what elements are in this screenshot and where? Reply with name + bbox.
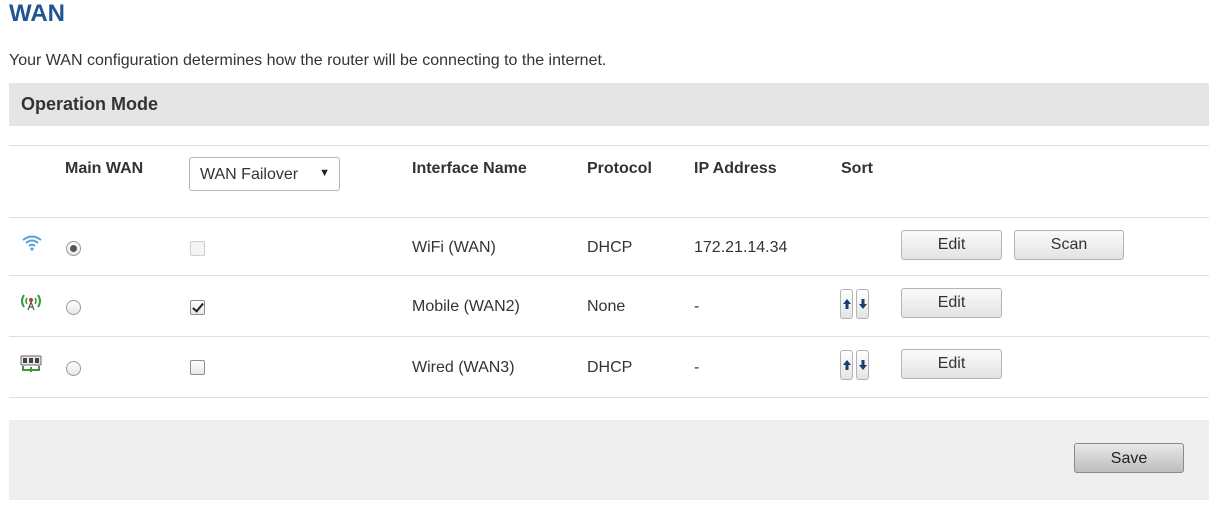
header-sort: Sort [841,160,873,177]
edit-button[interactable]: Edit [901,288,1002,318]
row-divider [9,336,1209,337]
enable-checkbox[interactable] [190,360,205,375]
row-divider [9,275,1209,276]
protocol-value: None [587,298,626,315]
wired-ethernet-icon [20,355,42,372]
wan-mode-select[interactable]: WAN Failover ▼ [189,157,340,191]
header-ip-address: IP Address [694,160,777,177]
header-protocol: Protocol [587,160,652,177]
scan-button[interactable]: Scan [1014,230,1124,260]
ip-address-value: - [694,298,700,315]
move-up-button[interactable] [840,350,853,380]
protocol-value: DHCP [587,239,633,256]
wifi-icon [22,235,42,251]
ip-address-value: - [694,359,700,376]
table-bottom-divider [9,397,1209,398]
arrow-up-icon [843,360,851,370]
wan-mode-select-value: WAN Failover [200,166,299,183]
edit-button[interactable]: Edit [901,349,1002,379]
interface-name: Mobile (WAN2) [412,298,520,315]
move-down-button[interactable] [856,350,869,380]
table-header-divider [9,217,1209,218]
interface-name: WiFi (WAN) [412,239,496,256]
move-up-button[interactable] [840,289,853,319]
enable-checkbox[interactable] [190,241,205,256]
arrow-down-icon [859,299,867,309]
mobile-antenna-icon [21,294,41,311]
ip-address-value: 172.21.14.34 [694,239,788,256]
page-description: Your WAN configuration determines how th… [9,52,607,69]
edit-button[interactable]: Edit [901,230,1002,260]
move-down-button[interactable] [856,289,869,319]
page-title: WAN [9,0,65,27]
main-wan-radio[interactable] [66,241,81,256]
enable-checkbox[interactable] [190,300,205,315]
operation-mode-header: Operation Mode [9,83,1209,126]
table-top-divider [9,145,1209,146]
form-footer [9,420,1209,500]
interface-name: Wired (WAN3) [412,359,515,376]
section-title: Operation Mode [21,94,159,114]
main-wan-radio[interactable] [66,361,81,376]
header-main-wan: Main WAN [65,160,144,177]
header-interface-name: Interface Name [412,160,527,177]
arrow-up-icon [843,299,851,309]
protocol-value: DHCP [587,359,633,376]
arrow-down-icon [859,360,867,370]
save-button[interactable]: Save [1074,443,1184,473]
main-wan-radio[interactable] [66,300,81,315]
dropdown-arrow-icon: ▼ [319,167,330,179]
